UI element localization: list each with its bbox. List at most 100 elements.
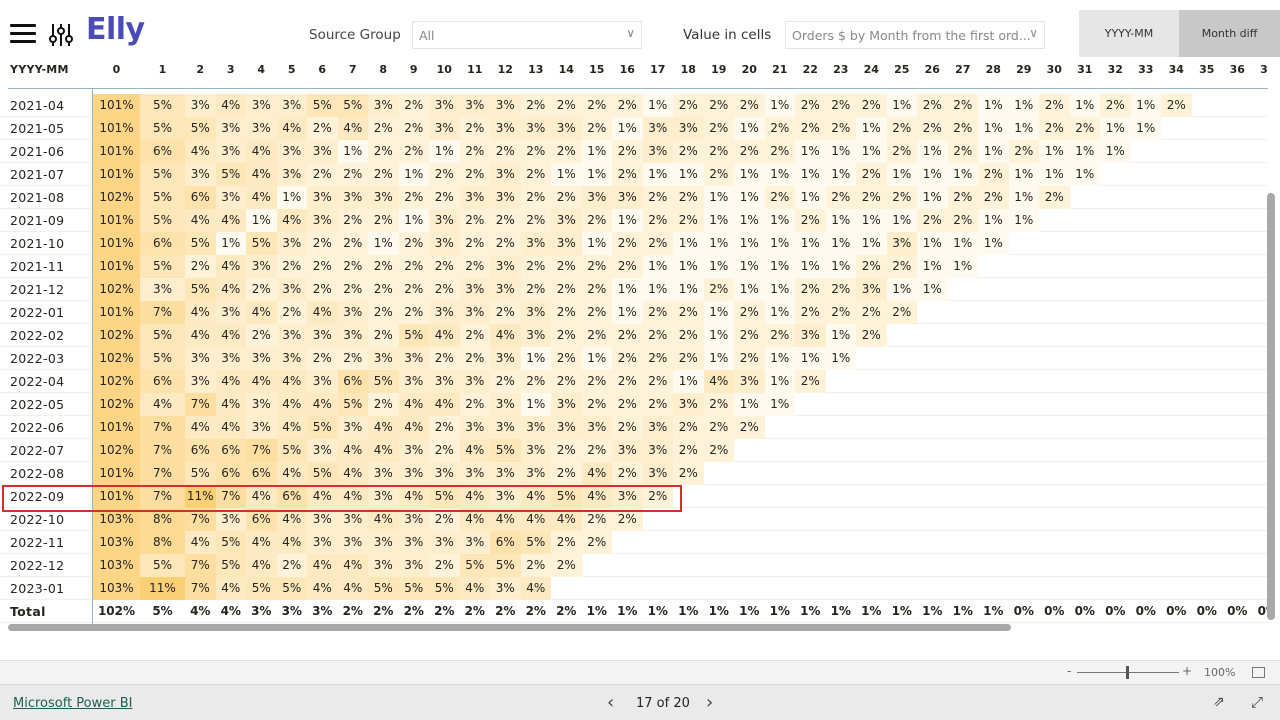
matrix-cell: 4% (703, 370, 734, 393)
total-cell: 0% (1044, 604, 1065, 618)
matrix-cell: 103% (93, 554, 140, 577)
matrix-cell: 1% (734, 163, 765, 186)
matrix-cell: 6% (140, 140, 185, 163)
matrix-cell: 1% (795, 347, 826, 370)
column-header: 13 (528, 63, 544, 76)
matrix-cell: 2% (459, 163, 490, 186)
vertical-scrollbar[interactable] (1267, 193, 1275, 620)
matrix-cell: 4% (215, 209, 246, 232)
matrix-cell: 2% (398, 117, 429, 140)
horizontal-scrollbar[interactable] (8, 624, 1011, 631)
source-group-dropdown[interactable]: All ∨ (412, 21, 642, 49)
share-icon[interactable]: ⇗ (1213, 694, 1225, 710)
filter-sliders-icon[interactable] (49, 22, 73, 48)
matrix-cell: 4% (215, 255, 246, 278)
fullscreen-icon[interactable]: ⤢ (1251, 693, 1263, 711)
matrix-cell: 1% (581, 140, 612, 163)
matrix-cell: 6% (490, 531, 521, 554)
row-label: 2021-06 (10, 144, 65, 159)
matrix-cell: 11% (140, 577, 185, 600)
matrix-cell: 2% (642, 209, 673, 232)
matrix-cell: 5% (490, 439, 521, 462)
matrix-cell: 3% (459, 370, 490, 393)
matrix-cell: 1% (764, 301, 795, 324)
matrix-cell: 2% (551, 439, 582, 462)
matrix-cell: 2% (703, 416, 734, 439)
toggle-yyyy-mm[interactable]: YYYY-MM (1079, 10, 1179, 57)
matrix-cell: 4% (520, 577, 551, 600)
matrix-cell: 1% (856, 117, 887, 140)
matrix-cell: 2% (825, 117, 856, 140)
matrix-cell: 6% (215, 462, 246, 485)
matrix-cell: 2% (795, 301, 826, 324)
zoom-slider-thumb[interactable] (1126, 666, 1129, 679)
matrix-cell: 1% (886, 209, 917, 232)
column-header: 33 (1138, 63, 1154, 76)
matrix-cell: 3% (642, 117, 673, 140)
matrix-cell: 1% (917, 278, 948, 301)
total-cell: 4% (190, 604, 211, 618)
column-header: 19 (711, 63, 727, 76)
matrix-cell: 2% (673, 439, 704, 462)
prev-page-button[interactable]: ‹ (607, 692, 614, 713)
table-row: 2022-02 102% 5% 4% 4% 2% 3% 3% 3% 2% 5% 4% 2% 4% 3% 2% 2… (0, 324, 1268, 347)
matrix-cell: 8% (140, 531, 185, 554)
matrix-cell: 1% (734, 209, 765, 232)
matrix-cell: 2% (734, 94, 765, 117)
matrix-cell: 4% (246, 140, 277, 163)
value-in-cells-dropdown[interactable]: Orders $ by Month from the first ord... ∨ (785, 21, 1045, 49)
matrix-cell: 5% (276, 439, 307, 462)
matrix-cell: 4% (185, 531, 216, 554)
matrix-cell: 5% (459, 554, 490, 577)
matrix-cell: 2% (246, 324, 277, 347)
power-bi-link[interactable]: Microsoft Power BI (13, 696, 132, 711)
matrix-cell: 5% (307, 94, 338, 117)
matrix-cell: 103% (93, 531, 140, 554)
matrix-cell: 1% (978, 209, 1009, 232)
matrix-cell: 5% (246, 232, 277, 255)
matrix-cell: 2% (917, 209, 948, 232)
column-header: 14 (558, 63, 574, 76)
matrix-cell: 1% (1008, 209, 1039, 232)
row-label: 2021-12 (10, 282, 65, 297)
row-label: 2021-11 (10, 259, 65, 274)
matrix-cell: 101% (93, 301, 140, 324)
matrix-cell: 1% (856, 209, 887, 232)
matrix-cell: 1% (764, 255, 795, 278)
menu-icon[interactable] (10, 24, 36, 44)
column-header: 11 (467, 63, 483, 76)
source-group-value: All (419, 28, 435, 43)
matrix-cell: 5% (185, 232, 216, 255)
total-cell: 0% (1135, 604, 1156, 618)
matrix-cell: 2% (1161, 94, 1192, 117)
total-cell: 1% (922, 604, 943, 618)
matrix-cell: 1% (246, 209, 277, 232)
matrix-cell: 7% (140, 439, 185, 462)
column-header: 29 (1016, 63, 1032, 76)
matrix-cell: 3% (673, 393, 704, 416)
matrix-cell: 1% (398, 163, 429, 186)
matrix-cell: 2% (612, 94, 643, 117)
matrix-cell: 1% (917, 232, 948, 255)
matrix-cell: 2% (551, 462, 582, 485)
matrix-cell: 5% (520, 531, 551, 554)
matrix-cell: 4% (246, 554, 277, 577)
fit-to-page-icon[interactable] (1252, 667, 1265, 678)
zoom-in-button[interactable]: + (1182, 664, 1192, 678)
next-page-button[interactable]: › (706, 692, 713, 713)
matrix-cell: 1% (1130, 94, 1161, 117)
zoom-out-button[interactable]: - (1067, 664, 1071, 678)
matrix-cell: 1% (825, 255, 856, 278)
matrix-cell: 1% (1039, 163, 1070, 186)
total-cell: 4% (220, 604, 241, 618)
matrix-cell: 3% (307, 439, 338, 462)
toggle-month-diff[interactable]: Month diff (1179, 10, 1280, 57)
table-row: 2022-06 101% 7% 4% 4% 3% 4% 5% 3% 4% 4% 2% 3% 3% 3% 3% 3… (0, 416, 1268, 439)
matrix-cell: 2% (856, 324, 887, 347)
column-header: 21 (772, 63, 788, 76)
matrix-cell: 5% (140, 209, 185, 232)
matrix-cell: 101% (93, 462, 140, 485)
matrix-cell: 2% (612, 140, 643, 163)
matrix-cell: 1% (1008, 186, 1039, 209)
table-row: 2022-07 102% 7% 6% 6% 7% 5% 3% 4% 4% 3% 2% 4% 5% 3% 2% 2… (0, 439, 1268, 462)
